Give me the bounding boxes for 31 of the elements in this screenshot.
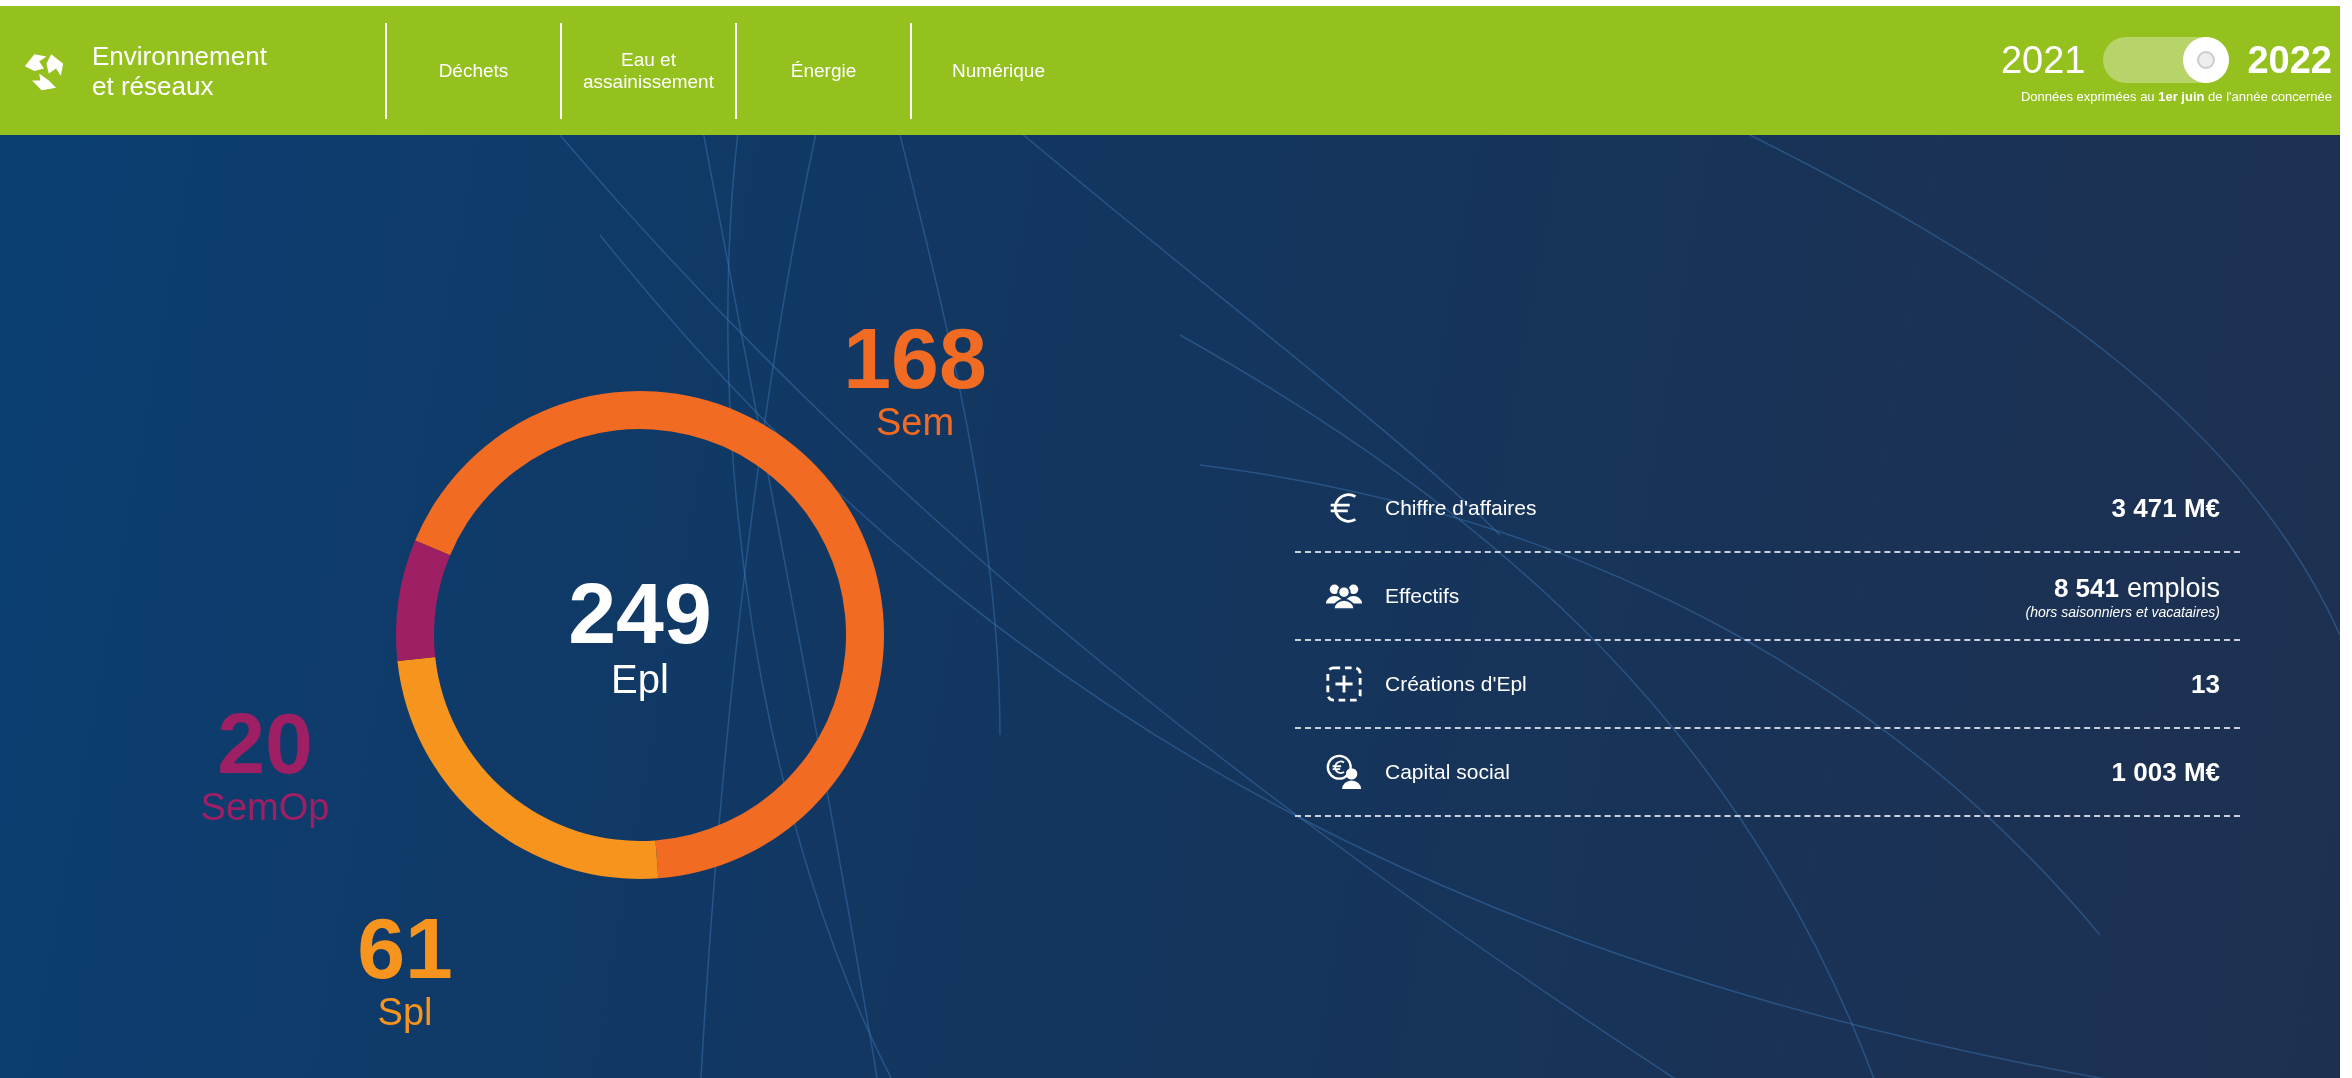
investor-icon <box>1325 753 1363 791</box>
stat-unit: emplois <box>2126 572 2220 604</box>
year-label[interactable]: 2021 <box>2000 38 2086 82</box>
segment-count: 20 <box>217 700 313 786</box>
section-title: Environnement <box>92 40 267 71</box>
segment-label: Sem <box>875 401 955 443</box>
total-count: 249 <box>568 569 712 657</box>
stat-label: Créations d'Epl <box>1385 672 1527 696</box>
nav-link[interactable]: Eau et assainissement <box>560 22 735 119</box>
segment-label: SemOp <box>200 786 330 828</box>
total-label: Epl <box>611 657 669 701</box>
segment-count: 61 <box>357 905 453 991</box>
stat-label: Effectifs <box>1385 584 1460 608</box>
date-note: Données exprimées au 1er juin de l'année concernée <box>2020 89 2332 104</box>
stat-value: 8 541 <box>2053 572 2119 604</box>
stat-value: 1 003 M€ <box>2111 756 2220 788</box>
year-switch[interactable] <box>2103 37 2230 83</box>
section-title: et réseaux <box>92 70 215 101</box>
switch-knob[interactable] <box>2183 37 2230 83</box>
stat-label: Chiffre d'affaires <box>1385 496 1537 520</box>
nav-link[interactable]: Numérique <box>910 22 1085 119</box>
year-label[interactable]: 2022 <box>2247 38 2332 82</box>
segment-count: 168 <box>843 315 987 401</box>
add-icon <box>1325 665 1363 703</box>
stat-label: Capital social <box>1385 760 1510 784</box>
segment-label: Spl <box>377 991 433 1033</box>
nav-link[interactable]: Énergie <box>735 22 910 119</box>
stat-note: (hors saisonniers et vacataires) <box>2025 603 2220 620</box>
nav-link[interactable]: Déchets <box>385 22 560 119</box>
stat-value: 3 471 M€ <box>2111 492 2220 524</box>
stat-value: 13 <box>2191 668 2220 700</box>
